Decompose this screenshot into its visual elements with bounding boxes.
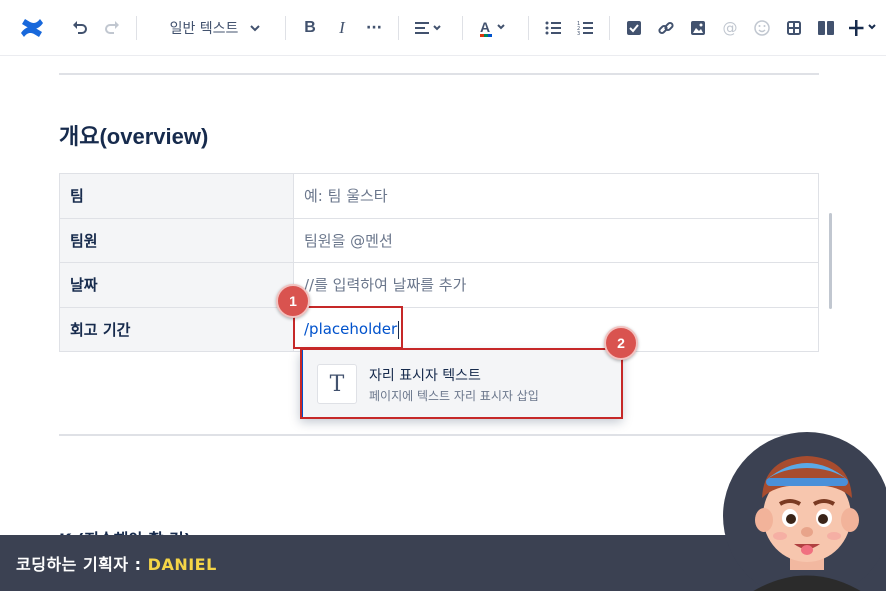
confluence-logo-icon[interactable] bbox=[16, 14, 48, 42]
table-icon[interactable] bbox=[782, 14, 806, 42]
banner-prefix: 코딩하는 기획자 : bbox=[16, 555, 148, 574]
svg-text:3: 3 bbox=[577, 31, 580, 35]
text-style-label: 일반 텍스트 bbox=[169, 21, 239, 37]
banner-name: DANIEL bbox=[147, 555, 217, 574]
editor-toolbar: 일반 텍스트 B I ··· A 123 @ bbox=[0, 0, 886, 56]
insert-plus-icon[interactable] bbox=[846, 14, 882, 42]
image-icon[interactable] bbox=[686, 14, 710, 42]
bold-icon[interactable]: B bbox=[298, 14, 322, 42]
divider-top bbox=[59, 73, 819, 75]
table-row: 회고 기간 /placeholder bbox=[59, 306, 819, 352]
numbered-list-icon[interactable]: 123 bbox=[573, 14, 597, 42]
highlight-box-1 bbox=[293, 306, 403, 349]
redo-icon[interactable] bbox=[100, 14, 124, 42]
callout-badge-2: 2 bbox=[604, 326, 638, 360]
layout-columns-icon[interactable] bbox=[814, 14, 838, 42]
row-label-date: 날짜 bbox=[59, 262, 294, 308]
emoji-icon[interactable] bbox=[750, 14, 774, 42]
chevron-down-icon bbox=[250, 24, 261, 32]
text-style-dropdown[interactable]: 일반 텍스트 bbox=[160, 14, 270, 42]
avatar bbox=[723, 432, 886, 591]
row-label-members: 팀원 bbox=[59, 217, 294, 263]
link-icon[interactable] bbox=[654, 14, 678, 42]
table-row: 날짜 //를 입력하여 날짜를 추가 bbox=[59, 262, 819, 308]
cell-date[interactable]: //를 입력하여 날짜를 추가 bbox=[293, 262, 819, 308]
italic-icon[interactable]: I bbox=[330, 14, 354, 42]
scrollbar[interactable] bbox=[829, 213, 832, 309]
table-row: 팀원 팀원을 @멘션 bbox=[59, 217, 819, 263]
undo-icon[interactable] bbox=[68, 14, 92, 42]
text-color-icon[interactable]: A bbox=[476, 14, 510, 42]
bullet-list-icon[interactable] bbox=[541, 14, 565, 42]
mention-icon[interactable]: @ bbox=[718, 14, 742, 42]
highlight-box-2 bbox=[300, 348, 623, 419]
section-heading: 개요(overview) bbox=[59, 124, 209, 149]
align-icon[interactable] bbox=[412, 14, 446, 42]
table-row: 팀 예: 팀 울스타 bbox=[59, 173, 819, 219]
banner-text: 코딩하는 기획자 : DANIEL bbox=[16, 551, 217, 575]
row-label-team: 팀 bbox=[59, 173, 294, 219]
row-label-period: 회고 기간 bbox=[59, 306, 294, 352]
cell-members[interactable]: 팀원을 @멘션 bbox=[293, 217, 819, 263]
divider-bottom bbox=[59, 434, 819, 436]
info-table: 팀 예: 팀 울스타 팀원 팀원을 @멘션 날짜 //를 입력하여 날짜를 추가… bbox=[59, 173, 819, 352]
svg-text:A: A bbox=[480, 19, 490, 35]
task-checkbox-icon[interactable] bbox=[622, 14, 646, 42]
callout-badge-1: 1 bbox=[276, 284, 310, 318]
cell-team[interactable]: 예: 팀 울스타 bbox=[293, 173, 819, 219]
more-formatting-icon[interactable]: ··· bbox=[362, 14, 386, 42]
